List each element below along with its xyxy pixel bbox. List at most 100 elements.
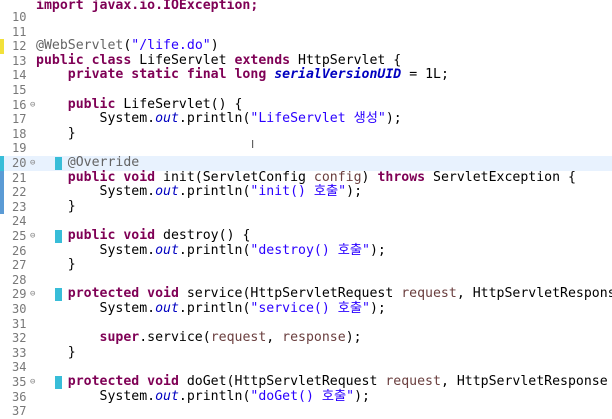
line-number: 23: [12, 199, 27, 214]
line-gutter[interactable]: 17: [0, 112, 35, 127]
line-gutter[interactable]: 10: [0, 10, 35, 25]
code-line-18[interactable]: 18 }: [0, 125, 612, 142]
code-line-35[interactable]: 35 ⊖ protected void doGet(HttpServletRequ…: [0, 374, 612, 390]
code-token: ): [361, 169, 378, 185]
code-token: public: [67, 96, 116, 112]
line-gutter[interactable]: 13: [0, 54, 35, 69]
code-token: request: [401, 286, 457, 302]
line-gutter[interactable]: 34: [0, 360, 35, 375]
code-line-21[interactable]: 21 public void init(ServletConfig config…: [0, 169, 612, 186]
code-line-11[interactable]: 11: [0, 25, 612, 40]
code-token: );: [369, 242, 386, 258]
code-line-36[interactable]: 36 System.out.println("doGet() 호출");: [0, 388, 612, 405]
line-gutter[interactable]: 19: [0, 141, 35, 156]
code-line-25[interactable]: 25 ⊖ public void destroy() {: [0, 228, 612, 244]
line-number: 19: [12, 141, 27, 156]
code-token: }: [36, 125, 76, 141]
code-token: protected void: [67, 286, 179, 302]
line-gutter[interactable]: 27: [0, 258, 35, 273]
line-gutter[interactable]: 12: [0, 39, 35, 54]
code-line-15[interactable]: 15: [0, 83, 612, 98]
code-line-16[interactable]: 16 ⊖ public LifeServlet() {: [0, 96, 612, 113]
line-gutter[interactable]: 16 ⊖: [0, 98, 35, 113]
code-line-23[interactable]: 23 }: [0, 199, 612, 215]
code-text: public LifeServlet() {: [36, 96, 243, 113]
line-number: 29: [12, 287, 27, 302]
code-line-10[interactable]: 10: [0, 10, 612, 25]
line-gutter[interactable]: 20 ⊖: [0, 156, 35, 171]
code-token: );: [385, 111, 402, 127]
line-gutter[interactable]: 15: [0, 83, 35, 98]
line-gutter[interactable]: 29 ⊖: [0, 287, 35, 302]
code-line-26[interactable]: 26 System.out.println("destroy() 호출");: [0, 242, 612, 259]
line-gutter[interactable]: 11: [0, 25, 35, 40]
fold-toggle-icon[interactable]: ⊖: [30, 375, 35, 390]
line-number: 27: [12, 258, 27, 273]
mouse-text-cursor-icon: I: [251, 138, 255, 151]
code-token: ): [210, 38, 219, 54]
line-number: 17: [12, 112, 27, 127]
change-marker: [0, 199, 4, 215]
line-gutter[interactable]: 35 ⊖: [0, 375, 35, 390]
code-line-33[interactable]: 33 }: [0, 345, 612, 361]
code-token: @Override: [67, 155, 140, 170]
line-gutter[interactable]: 36: [0, 390, 35, 405]
line-number: 34: [12, 360, 27, 375]
line-number: 20: [12, 156, 27, 170]
line-gutter[interactable]: 31: [0, 317, 35, 332]
line-gutter[interactable]: 18: [0, 127, 35, 142]
code-line-32[interactable]: 32 super.service(request, response);: [0, 330, 612, 346]
fold-toggle-icon[interactable]: ⊖: [30, 98, 35, 113]
line-number: 24: [12, 214, 27, 229]
code-editor[interactable]: import javax.io.IOException; 10 11 12 @WebSe…: [0, 0, 612, 419]
code-line-19[interactable]: 19: [0, 141, 612, 156]
code-line-30[interactable]: 30 System.out.println("service() 호출");: [0, 301, 612, 317]
code-line-17[interactable]: 17 System.out.println("LifeServlet 생성");: [0, 111, 612, 127]
line-gutter[interactable]: 30: [0, 302, 35, 317]
line-gutter[interactable]: 22: [0, 185, 35, 200]
code-text: }: [36, 199, 76, 215]
code-line-12[interactable]: 12 @WebServlet("/life.do"): [0, 38, 612, 54]
code-token: serialVersionUID: [274, 67, 402, 83]
code-line-24[interactable]: 24: [0, 214, 612, 229]
code-line-27[interactable]: 27 }: [0, 257, 612, 273]
line-gutter[interactable]: 24: [0, 214, 35, 229]
code-token: "init() 호출": [250, 184, 347, 200]
code-token: }: [36, 257, 76, 273]
code-token: "service() 호출": [250, 301, 370, 316]
line-gutter[interactable]: 33: [0, 346, 35, 361]
code-line-14[interactable]: 14 private static final long serialVersi…: [0, 68, 612, 83]
code-line-31[interactable]: 31: [0, 317, 612, 332]
fold-toggle-icon[interactable]: ⊖: [30, 229, 35, 244]
line-gutter[interactable]: 26: [0, 244, 35, 259]
code-line-34[interactable]: 34: [0, 360, 612, 375]
change-marker: [0, 170, 4, 186]
code-token: public void: [67, 169, 156, 185]
line-gutter[interactable]: 21: [0, 170, 35, 186]
code-text: }: [36, 125, 76, 142]
code-line-20[interactable]: 20 ⊖ @Override: [0, 155, 612, 171]
code-token: , HttpServletResponse: [440, 374, 612, 389]
code-text: super.service(request, response);: [36, 330, 362, 346]
code-text: }: [36, 257, 76, 273]
fold-toggle-icon[interactable]: ⊖: [30, 156, 35, 171]
code-token: out: [155, 242, 179, 258]
code-line-22[interactable]: 22 System.out.println("init() 호출");: [0, 184, 612, 200]
line-gutter[interactable]: 23: [0, 199, 35, 215]
code-line-29[interactable]: 29 ⊖ protected void service(HttpServletRe…: [0, 287, 612, 302]
code-text: System.out.println("destroy() 호출");: [36, 242, 386, 259]
line-gutter[interactable]: 25 ⊖: [0, 229, 35, 244]
line-gutter[interactable]: 37: [0, 404, 35, 419]
code-text: public void init(ServletConfig config) t…: [36, 169, 576, 186]
code-line-37[interactable]: 37: [0, 404, 612, 419]
fold-toggle-icon[interactable]: ⊖: [30, 287, 35, 302]
change-marker: [0, 39, 4, 54]
line-gutter[interactable]: 28: [0, 273, 35, 288]
code-token: System.: [36, 388, 156, 404]
line-gutter[interactable]: 14: [0, 68, 35, 83]
line-gutter[interactable]: 32: [0, 331, 35, 346]
